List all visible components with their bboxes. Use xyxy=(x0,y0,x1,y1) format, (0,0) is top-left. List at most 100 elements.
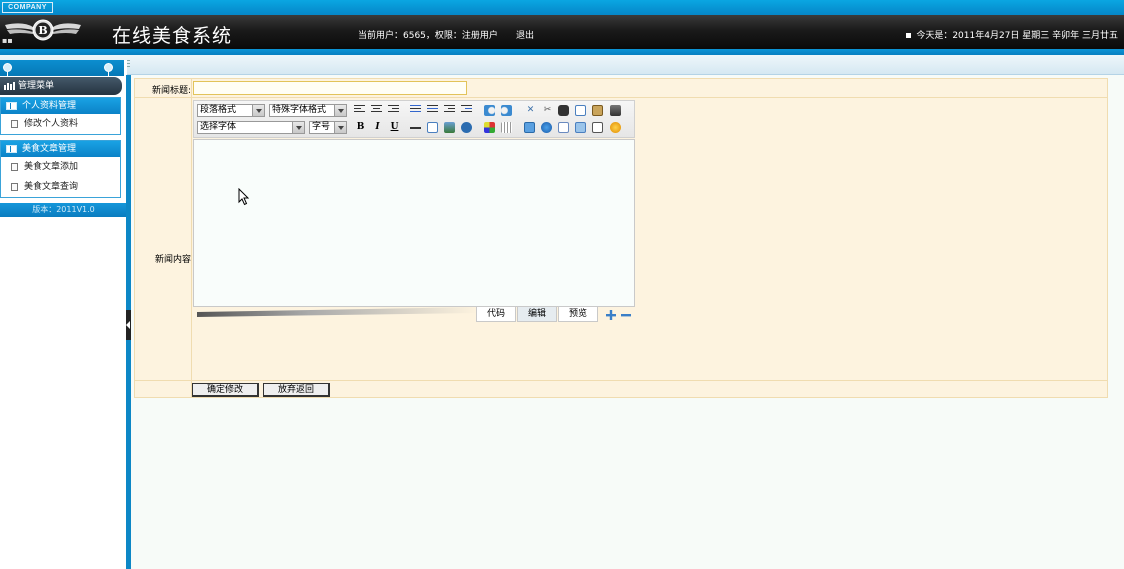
group-articles: 美食文章管理 美食文章添加 美食文章查询 xyxy=(0,140,121,198)
folder-icon xyxy=(6,102,17,110)
sidebar-item-label: 美食文章添加 xyxy=(24,162,79,172)
image-icon[interactable] xyxy=(444,122,455,133)
collapse-sidebar-icon[interactable] xyxy=(126,310,131,340)
font-size-value: 字号 xyxy=(312,122,331,132)
underline-button[interactable]: U xyxy=(388,121,401,134)
group-label: 美食文章管理 xyxy=(22,144,77,154)
special-format-select[interactable]: 特殊字体格式 xyxy=(269,104,347,117)
mouse-pointer-icon xyxy=(238,188,250,206)
toolbar-strip xyxy=(0,55,1124,75)
cut-icon[interactable]: ✂ xyxy=(541,104,554,117)
flash-icon[interactable] xyxy=(524,122,535,133)
copy-icon[interactable] xyxy=(575,105,586,116)
logout-link[interactable]: 退出 xyxy=(516,28,534,41)
document-icon xyxy=(11,163,18,171)
italic-button[interactable]: I xyxy=(371,121,384,134)
company-badge: COMPANY xyxy=(2,2,53,13)
sidebar-item-label: 修改个人资料 xyxy=(24,119,79,129)
news-edit-form: 新闻标题: 新闻内容 段落格式 特殊字体格式 ✕ ✂ 选择字体 字号 B I U… xyxy=(134,78,1108,398)
group-header-articles[interactable]: 美食文章管理 xyxy=(1,141,120,157)
horizontal-rule-icon[interactable] xyxy=(410,127,421,129)
expand-plus-icon[interactable] xyxy=(606,310,616,320)
align-center-icon[interactable] xyxy=(371,105,382,114)
current-user-info: 当前用户：6565，权限：注册用户 xyxy=(358,31,498,41)
paragraph-format-value: 段落格式 xyxy=(200,105,237,115)
ordered-list-icon[interactable] xyxy=(410,105,421,114)
tab-edit[interactable]: 编辑 xyxy=(517,307,557,322)
group-label: 个人资料管理 xyxy=(22,101,77,111)
form-icon[interactable] xyxy=(558,122,569,133)
title-cell xyxy=(191,79,192,97)
header-bar: B ▪▪ 在线美食系统 当前用户：6565，权限：注册用户 退出 今天是：201… xyxy=(0,15,1124,49)
version-label: 版本：2011V1.0 xyxy=(0,203,127,217)
sidebar-item-query-article[interactable]: 美食文章查询 xyxy=(1,177,120,197)
button-row: 确定修改 放弃返回 xyxy=(134,380,1108,398)
editor-shadow xyxy=(197,307,477,317)
tab-preview[interactable]: 预览 xyxy=(558,307,598,322)
group-header-profile[interactable]: 个人资料管理 xyxy=(1,98,120,114)
title-label: 新闻标题: xyxy=(151,86,191,96)
undo-icon[interactable] xyxy=(484,105,495,116)
align-right-icon[interactable] xyxy=(388,105,399,114)
chevron-down-icon xyxy=(334,122,346,133)
menu-title-label: 管理菜单 xyxy=(18,81,55,91)
pin-icon xyxy=(104,63,113,79)
group-profile: 个人资料管理 修改个人资料 xyxy=(0,97,121,135)
editor-toolbar: 段落格式 特殊字体格式 ✕ ✂ 选择字体 字号 B I U xyxy=(193,100,635,138)
document-icon xyxy=(11,183,18,191)
delete-icon[interactable]: ✕ xyxy=(524,104,537,117)
bars-icon xyxy=(4,82,15,90)
outdent-icon[interactable] xyxy=(444,105,455,114)
indent-icon[interactable] xyxy=(461,105,472,114)
color-icon[interactable] xyxy=(484,122,495,133)
align-left-icon[interactable] xyxy=(354,105,365,114)
chevron-down-icon xyxy=(292,122,304,133)
font-size-select[interactable]: 字号 xyxy=(309,121,347,134)
bold-button[interactable]: B xyxy=(354,121,367,134)
date-icon[interactable] xyxy=(592,122,603,133)
media-icon[interactable] xyxy=(461,122,472,133)
sidebar-item-label: 美食文章查询 xyxy=(24,182,79,192)
chevron-down-icon xyxy=(334,105,346,116)
title-row: 新闻标题: xyxy=(134,78,1108,98)
sidebar-item-edit-profile[interactable]: 修改个人资料 xyxy=(1,114,120,134)
document-icon xyxy=(11,120,18,128)
paragraph-format-select[interactable]: 段落格式 xyxy=(197,104,265,117)
winged-b-logo-icon: B xyxy=(5,19,81,41)
confirm-button[interactable]: 确定修改 xyxy=(192,383,259,397)
shrink-minus-icon[interactable] xyxy=(621,310,631,320)
special-format-value: 特殊字体格式 xyxy=(272,105,327,115)
emoticon-icon[interactable] xyxy=(610,122,621,133)
table-icon[interactable] xyxy=(501,122,512,133)
find-icon[interactable] xyxy=(558,105,569,116)
sidebar-top xyxy=(0,60,124,79)
folder-icon xyxy=(6,145,17,153)
font-select[interactable]: 选择字体 xyxy=(197,121,305,134)
content-editor[interactable] xyxy=(193,139,635,307)
textbox-icon[interactable] xyxy=(427,122,438,133)
sidebar-item-add-article[interactable]: 美食文章添加 xyxy=(1,157,120,177)
unordered-list-icon[interactable] xyxy=(427,105,438,114)
link-icon[interactable] xyxy=(541,122,552,133)
pin-icon xyxy=(3,63,12,79)
tab-code[interactable]: 代码 xyxy=(476,307,516,322)
font-select-value: 选择字体 xyxy=(200,122,237,132)
content-row: 新闻内容 段落格式 特殊字体格式 ✕ ✂ 选择字体 字号 B I U 代码 编辑… xyxy=(134,97,1108,381)
content-label: 新闻内容 xyxy=(154,255,191,265)
date-text: 今天是：2011年4月27日 星期三 辛卯年 三月廿五 xyxy=(916,31,1118,41)
bar-mark-icon: ▪▪ xyxy=(2,36,13,45)
svg-text:B: B xyxy=(38,24,47,37)
top-strip: COMPANY xyxy=(0,0,1124,15)
date-info: 今天是：2011年4月27日 星期三 辛卯年 三月廿五 xyxy=(906,28,1118,41)
window-icon[interactable] xyxy=(575,122,586,133)
menu-title: 管理菜单 xyxy=(0,77,122,95)
chevron-down-icon xyxy=(252,105,264,116)
redo-icon[interactable] xyxy=(501,105,512,116)
print-icon[interactable] xyxy=(610,105,621,116)
sidebar: 管理菜单 个人资料管理 修改个人资料 美食文章管理 美食文章添加 美食文章查询 … xyxy=(0,60,127,569)
bullet-icon xyxy=(906,33,912,38)
title-input[interactable] xyxy=(193,81,467,95)
paste-icon[interactable] xyxy=(592,105,603,116)
app-title: 在线美食系统 xyxy=(112,25,233,47)
cancel-button[interactable]: 放弃返回 xyxy=(263,383,330,397)
